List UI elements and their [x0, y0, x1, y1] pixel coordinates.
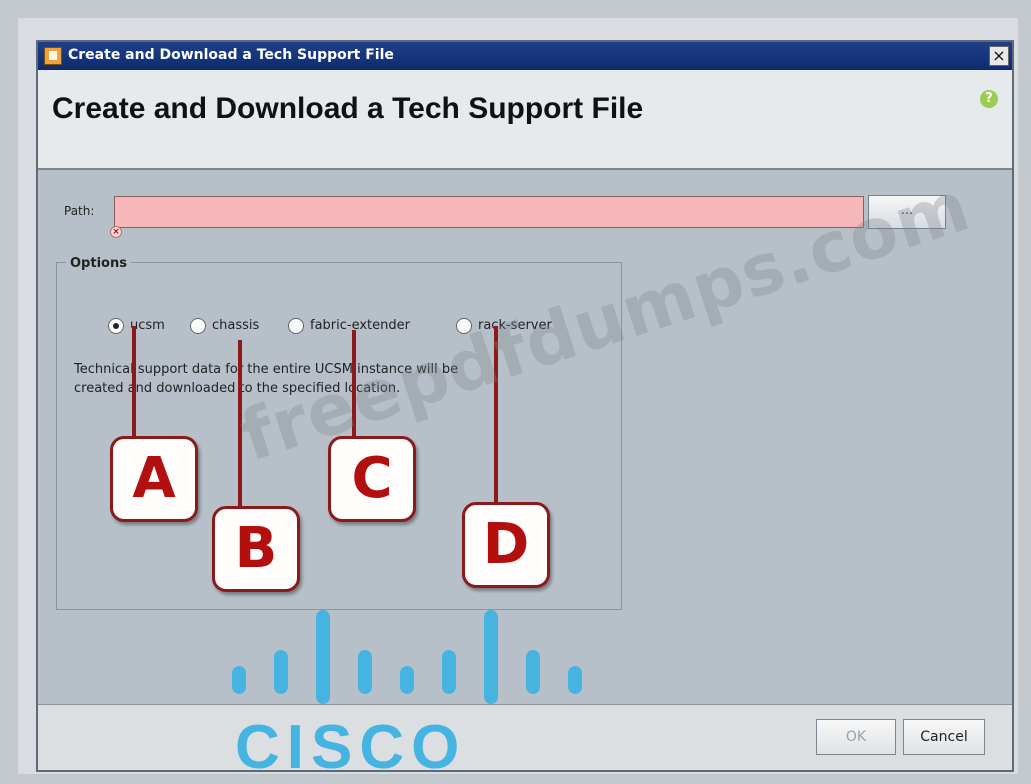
- radio-button[interactable]: [288, 318, 304, 334]
- cisco-wordmark: CISCO: [235, 713, 467, 782]
- radio-button[interactable]: [108, 318, 124, 334]
- callout-d: D: [462, 502, 550, 588]
- close-button[interactable]: ×: [989, 46, 1009, 66]
- path-input[interactable]: [114, 196, 864, 228]
- window-title: Create and Download a Tech Support File: [68, 47, 394, 63]
- options-legend: Options: [66, 256, 131, 271]
- callout-a: A: [110, 436, 198, 522]
- page-title: Create and Download a Tech Support File: [52, 92, 644, 125]
- java-icon: [44, 47, 62, 65]
- cancel-button[interactable]: Cancel: [903, 719, 985, 755]
- callout-line-a: [132, 326, 136, 440]
- callout-b: B: [212, 506, 300, 592]
- title-bar: Create and Download a Tech Support File …: [38, 42, 1012, 70]
- radio-label: chassis: [212, 318, 260, 333]
- radio-button[interactable]: [190, 318, 206, 334]
- help-icon[interactable]: ?: [980, 90, 998, 108]
- dialog-header: Create and Download a Tech Support File …: [38, 70, 1012, 170]
- error-icon: ×: [110, 226, 122, 238]
- ok-button[interactable]: OK: [816, 719, 896, 755]
- path-label: Path:: [64, 204, 95, 218]
- radio-label: fabric-extender: [310, 318, 410, 333]
